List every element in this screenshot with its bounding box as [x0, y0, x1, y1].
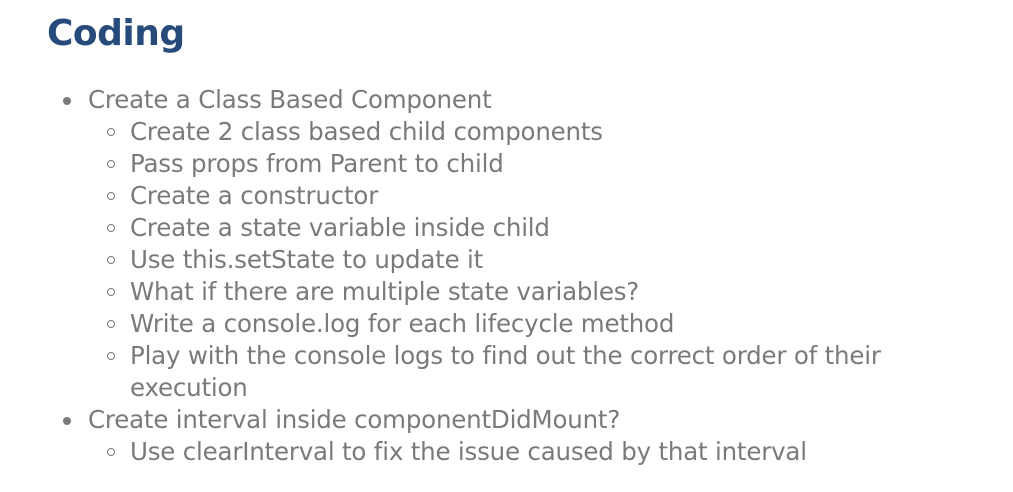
hollow-circle-bullet-icon	[107, 192, 115, 200]
list-item: Create a Class Based Component Create 2 …	[63, 84, 968, 404]
sub-list-item: Use this.setState to update it	[107, 244, 968, 276]
sub-list-item: Create a constructor	[107, 180, 968, 212]
list-item: Create interval inside componentDidMount…	[63, 404, 968, 468]
hollow-circle-bullet-icon	[107, 256, 115, 264]
list-item-label: Create a Class Based Component	[88, 85, 492, 114]
sub-list-item: Create a state variable inside child	[107, 212, 968, 244]
sub-list-item-label: Use this.setState to update it	[130, 245, 484, 274]
sub-list-item-label: Create 2 class based child components	[130, 117, 603, 146]
sub-list-item-label: Create a state variable inside child	[130, 213, 550, 242]
sub-list: Create 2 class based child components Pa…	[107, 116, 968, 404]
sub-list-item: What if there are multiple state variabl…	[107, 276, 968, 308]
list-item-label: Create interval inside componentDidMount…	[88, 405, 621, 434]
filled-disc-bullet-icon	[63, 97, 71, 105]
sub-list-item-label: Pass props from Parent to child	[130, 149, 504, 178]
sub-list-item: Use clearInterval to fix the issue cause…	[107, 436, 968, 468]
sub-list-item-label: Play with the console logs to find out t…	[130, 341, 881, 402]
hollow-circle-bullet-icon	[107, 448, 115, 456]
sub-list-item-label: Create a constructor	[130, 181, 379, 210]
coding-task-list: Create a Class Based Component Create 2 …	[63, 84, 968, 468]
sub-list-item-label: What if there are multiple state variabl…	[130, 277, 640, 306]
sub-list-item: Write a console.log for each lifecycle m…	[107, 308, 968, 340]
sub-list-item-label: Use clearInterval to fix the issue cause…	[130, 437, 807, 466]
hollow-circle-bullet-icon	[107, 352, 115, 360]
sub-list: Use clearInterval to fix the issue cause…	[107, 436, 968, 468]
hollow-circle-bullet-icon	[107, 128, 115, 136]
hollow-circle-bullet-icon	[107, 224, 115, 232]
sub-list-item-label: Write a console.log for each lifecycle m…	[130, 309, 675, 338]
filled-disc-bullet-icon	[63, 417, 71, 425]
hollow-circle-bullet-icon	[107, 320, 115, 328]
sub-list-item: Pass props from Parent to child	[107, 148, 968, 180]
sub-list-item: Play with the console logs to find out t…	[107, 340, 968, 404]
page-title: Coding	[47, 13, 185, 54]
hollow-circle-bullet-icon	[107, 288, 115, 296]
sub-list-item: Create 2 class based child components	[107, 116, 968, 148]
hollow-circle-bullet-icon	[107, 160, 115, 168]
